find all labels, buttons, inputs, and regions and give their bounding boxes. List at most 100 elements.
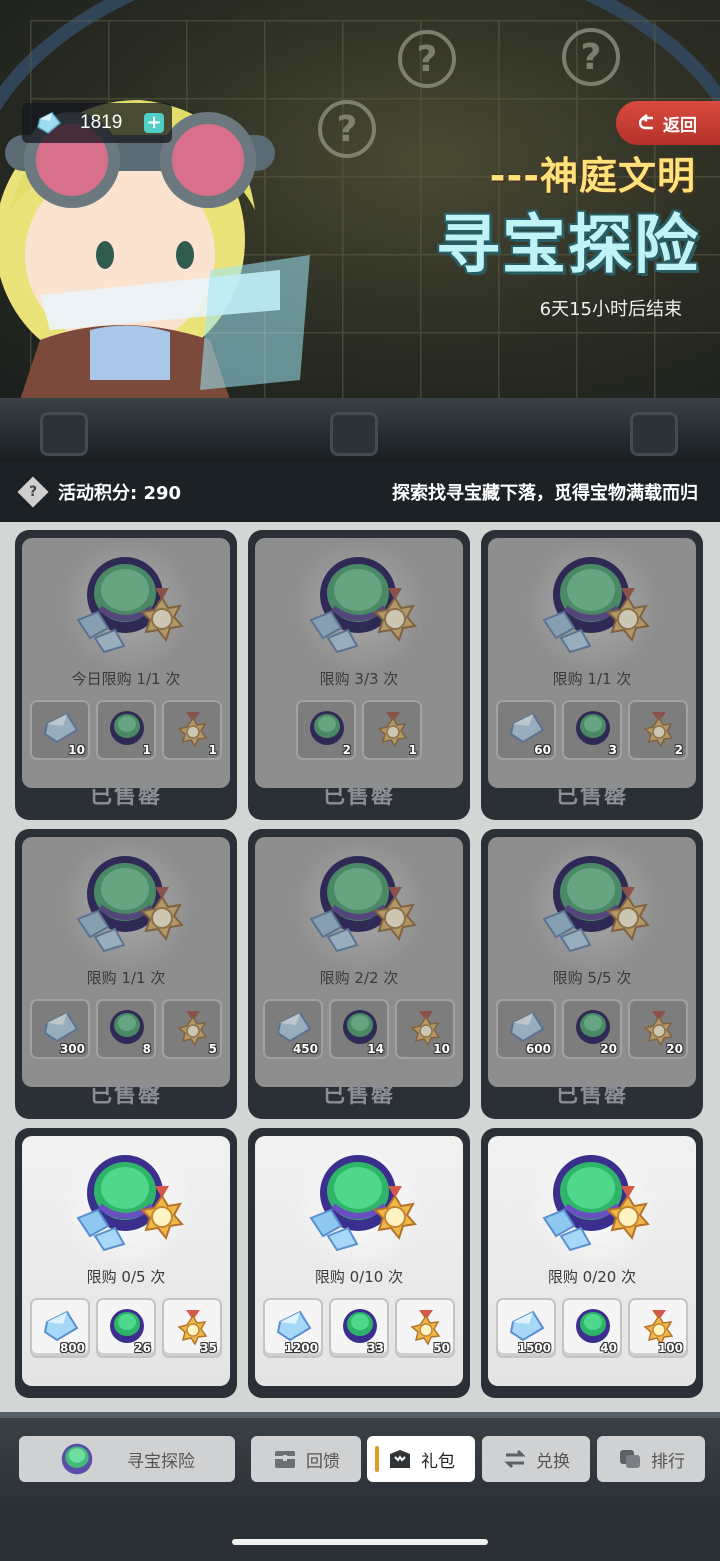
purchase-limit: 限购 2/2 次 bbox=[319, 969, 399, 987]
tab-label: 回馈 bbox=[306, 1451, 340, 1472]
medal-icon bbox=[177, 1310, 208, 1346]
medal-icon bbox=[410, 1011, 441, 1047]
item-quantity: 8 bbox=[142, 1042, 151, 1056]
bundle-item[interactable]: 300 bbox=[30, 999, 90, 1059]
bundle-item[interactable]: 40 bbox=[562, 1298, 622, 1358]
event-banner: ? ? ? 1819 + 返回 ---神庭文明 寻宝探险 6天15小时后结束 bbox=[0, 0, 720, 400]
item-quantity: 300 bbox=[59, 1042, 85, 1056]
purchase-limit: 限购 1/1 次 bbox=[86, 969, 166, 987]
bundle-art-icon bbox=[76, 557, 184, 654]
tab-exchange[interactable]: 兑换 bbox=[482, 1436, 590, 1482]
item-quantity: 1200 bbox=[284, 1341, 318, 1355]
bundle-card-body: 限购 2/2 次 450 14 10 bbox=[255, 837, 463, 1087]
bundle-card-body: 限购 3/3 次 2 1 bbox=[255, 538, 463, 788]
bundle-art-icon bbox=[76, 856, 184, 953]
item-quantity: 33 bbox=[367, 1341, 384, 1355]
bundle-item[interactable]: 1200 bbox=[263, 1298, 323, 1358]
item-quantity: 10 bbox=[433, 1042, 450, 1056]
medal-icon bbox=[377, 712, 408, 748]
explorer-character-illustration bbox=[0, 100, 310, 400]
bundle-item[interactable]: 20 bbox=[562, 999, 622, 1059]
purchase-limit: 限购 0/20 次 bbox=[547, 1268, 637, 1286]
bundle-items: 1200 33 50 bbox=[255, 1298, 463, 1358]
bundle-item[interactable]: 1 bbox=[96, 700, 156, 760]
medal-icon bbox=[643, 712, 674, 748]
crystal-icon bbox=[509, 1310, 545, 1342]
tab-gift-packs[interactable]: 礼包 bbox=[367, 1436, 475, 1482]
purchase-limit: 限购 0/10 次 bbox=[314, 1268, 404, 1286]
gem-count: 1819 bbox=[80, 112, 123, 133]
bundle-card-body: 限购 0/10 次 1200 33 50 bbox=[255, 1136, 463, 1386]
bundle-card[interactable]: 限购 0/20 次 1500 40 100 bbox=[481, 1128, 703, 1398]
item-quantity: 40 bbox=[600, 1341, 617, 1355]
bundle-item[interactable]: 8 bbox=[96, 999, 156, 1059]
item-quantity: 26 bbox=[134, 1341, 151, 1355]
bundle-art-icon bbox=[542, 557, 650, 654]
tab-ranking[interactable]: 排行 bbox=[597, 1436, 705, 1482]
bundle-item[interactable]: 14 bbox=[329, 999, 389, 1059]
bundle-card[interactable]: 限购 0/10 次 1200 33 50 bbox=[248, 1128, 470, 1398]
bundle-item[interactable]: 1 bbox=[162, 700, 222, 760]
bundle-items: 60 3 2 bbox=[488, 700, 696, 760]
add-gems-button[interactable]: + bbox=[144, 113, 164, 133]
bundle-card-body: 限购 1/1 次 60 3 2 bbox=[488, 538, 696, 788]
unknown-tile-icon: ? bbox=[318, 100, 376, 158]
bundle-item[interactable]: 450 bbox=[263, 999, 323, 1059]
bundle-item[interactable]: 60 bbox=[496, 700, 556, 760]
compass-orb-icon bbox=[576, 711, 610, 745]
bundle-item[interactable]: 100 bbox=[628, 1298, 688, 1358]
chest-icon bbox=[272, 1446, 298, 1472]
sold-out-label: 已售罄 bbox=[89, 784, 162, 809]
item-quantity: 1 bbox=[408, 743, 417, 757]
item-quantity: 1500 bbox=[517, 1341, 551, 1355]
item-quantity: 14 bbox=[367, 1042, 384, 1056]
purchase-limit: 限购 1/1 次 bbox=[552, 670, 632, 688]
item-quantity: 35 bbox=[200, 1341, 217, 1355]
bundle-item[interactable]: 2 bbox=[296, 700, 356, 760]
back-button[interactable]: 返回 bbox=[616, 101, 720, 145]
bundle-card[interactable]: 限购 0/5 次 800 26 35 bbox=[15, 1128, 237, 1398]
bundle-item[interactable]: 2 bbox=[628, 700, 688, 760]
event-slogan: 探索找寻宝藏下落，觅得宝物满载而归 bbox=[392, 483, 698, 504]
bundle-item[interactable]: 1 bbox=[362, 700, 422, 760]
help-icon[interactable]: ? bbox=[17, 476, 49, 508]
home-indicator[interactable] bbox=[232, 1539, 488, 1545]
medal-icon bbox=[410, 1310, 441, 1346]
bundle-item[interactable]: 26 bbox=[96, 1298, 156, 1358]
crystal-icon bbox=[509, 712, 545, 744]
bundle-art-icon bbox=[309, 1155, 417, 1252]
bundle-art-icon bbox=[309, 856, 417, 953]
system-home-area bbox=[0, 1512, 720, 1561]
item-quantity: 800 bbox=[59, 1341, 85, 1355]
bundle-item[interactable]: 10 bbox=[30, 700, 90, 760]
bundle-item[interactable]: 10 bbox=[395, 999, 455, 1059]
compass-orb-icon bbox=[576, 1309, 610, 1343]
compass-orb-icon bbox=[310, 711, 344, 745]
gem-balance: 1819 + bbox=[22, 103, 172, 143]
bundle-items: 2 1 bbox=[255, 700, 463, 760]
activity-score: 活动积分: 290 bbox=[58, 483, 182, 504]
item-quantity: 5 bbox=[208, 1042, 217, 1056]
compass-orb-icon bbox=[343, 1010, 377, 1044]
medal-icon bbox=[177, 1011, 208, 1047]
bundle-item[interactable]: 600 bbox=[496, 999, 556, 1059]
bundle-item[interactable]: 20 bbox=[628, 999, 688, 1059]
compass-orb-icon bbox=[343, 1309, 377, 1343]
bundle-item[interactable]: 33 bbox=[329, 1298, 389, 1358]
bottom-tab-bar: 寻宝探险 回馈 礼包 兑换 排行 bbox=[0, 1412, 720, 1512]
bundle-item[interactable]: 1500 bbox=[496, 1298, 556, 1358]
bundle-item[interactable]: 50 bbox=[395, 1298, 455, 1358]
tab-rewards[interactable]: 回馈 bbox=[251, 1436, 361, 1482]
bundle-item[interactable]: 800 bbox=[30, 1298, 90, 1358]
bundle-item[interactable]: 5 bbox=[162, 999, 222, 1059]
sold-out-label: 已售罄 bbox=[322, 1083, 395, 1108]
sold-out-label: 已售罄 bbox=[555, 784, 628, 809]
mechanical-divider bbox=[0, 398, 720, 468]
sold-out-label: 已售罄 bbox=[555, 1083, 628, 1108]
crystal-icon bbox=[276, 1310, 312, 1342]
bundle-item[interactable]: 35 bbox=[162, 1298, 222, 1358]
tab-treasure-hunt[interactable]: 寻宝探险 bbox=[19, 1436, 235, 1482]
compass-orb-icon bbox=[110, 1309, 144, 1343]
bundle-item[interactable]: 3 bbox=[562, 700, 622, 760]
exchange-icon bbox=[502, 1446, 528, 1472]
